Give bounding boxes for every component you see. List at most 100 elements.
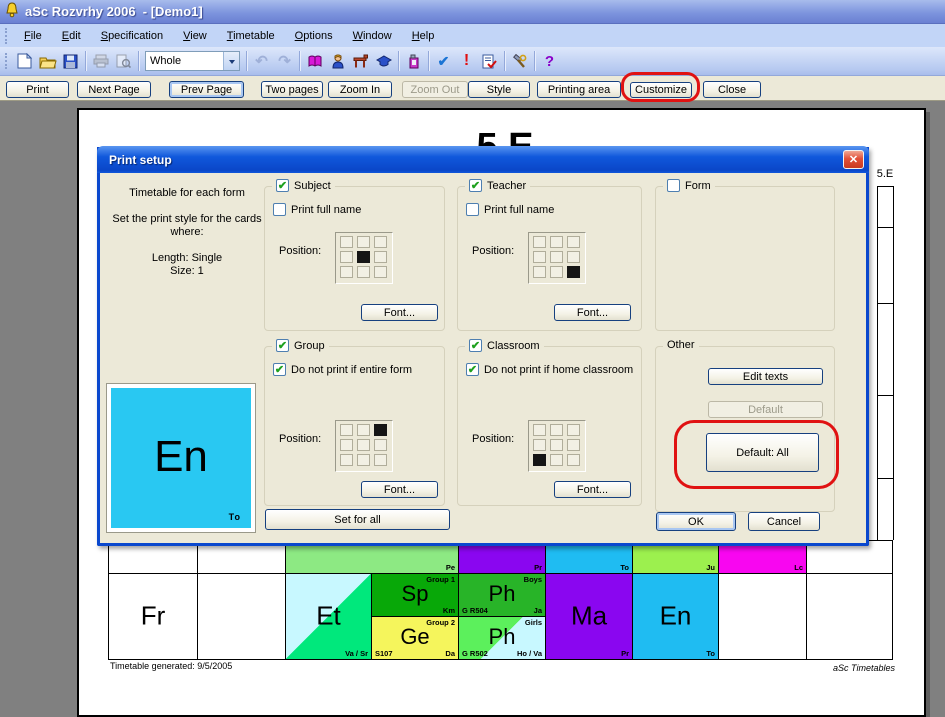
- teacher-font-button[interactable]: Font...: [554, 304, 631, 321]
- classroom-position-label: Position:: [472, 433, 514, 445]
- close-button[interactable]: Close: [703, 81, 761, 98]
- subject-label: Ma: [546, 600, 632, 631]
- subject-print-full-name-checkbox[interactable]: [273, 203, 286, 216]
- zoom-out-button: Zoom Out: [402, 81, 468, 98]
- two-pages-button[interactable]: Two pages: [261, 81, 323, 98]
- subject-group: Subject Print full name Position: Font..…: [264, 186, 445, 331]
- subject-label: Fr: [109, 600, 197, 631]
- classroom-group: Classroom Do not print if home classroom…: [457, 346, 642, 506]
- asc-watermark: aSc Timetables: [750, 663, 895, 673]
- other-label: Other: [667, 339, 695, 351]
- menu-help[interactable]: Help: [403, 28, 444, 44]
- teacher-initials: Da: [445, 649, 455, 658]
- teacher-position-grid[interactable]: [528, 232, 586, 284]
- menubar-grip[interactable]: [5, 28, 10, 44]
- teacher-initials: Ju: [706, 563, 715, 572]
- set-for-all-button[interactable]: Set for all: [265, 509, 450, 530]
- room-label: G R502: [462, 649, 488, 658]
- subject-print-full-name-label: Print full name: [291, 204, 361, 216]
- menu-bar: File Edit Specification View Timetable O…: [0, 24, 945, 47]
- help-icon[interactable]: ?: [538, 50, 561, 72]
- zoom-select[interactable]: Whole: [145, 51, 240, 71]
- info-length: Length: Single: [108, 252, 266, 265]
- test-document-icon[interactable]: [478, 50, 501, 72]
- preview-teacher: To: [229, 512, 241, 522]
- next-page-button[interactable]: Next Page: [77, 81, 151, 98]
- open-file-icon[interactable]: [36, 50, 59, 72]
- subject-label: Sp: [372, 581, 458, 607]
- printing-area-button[interactable]: Printing area: [537, 81, 621, 98]
- info-line2: Set the print style for the cards where:: [108, 213, 266, 239]
- teacher-initials: Lc: [794, 563, 803, 572]
- subject-font-button[interactable]: Font...: [361, 304, 438, 321]
- teacher-initials: To: [706, 649, 715, 658]
- menu-view[interactable]: View: [174, 28, 216, 44]
- default-button: Default: [708, 401, 823, 418]
- group-checkbox[interactable]: [276, 339, 289, 352]
- form-side-label: 5.E: [874, 168, 896, 180]
- lesson-cell-et: Et Va / Sr: [285, 573, 372, 660]
- dialog-close-icon[interactable]: ✕: [843, 150, 864, 169]
- teacher-print-full-name-checkbox[interactable]: [466, 203, 479, 216]
- info-size: Size: 1: [108, 265, 266, 278]
- new-document-icon[interactable]: [13, 50, 36, 72]
- page-button-row: Print Next Page Prev Page Two pages Zoom…: [0, 76, 945, 101]
- menu-timetable[interactable]: Timetable: [218, 28, 284, 44]
- preview-subject: En: [111, 432, 251, 482]
- generated-timestamp: Timetable generated: 9/5/2005: [110, 661, 232, 671]
- timetable-grid-column: [877, 186, 894, 540]
- lesson-cell-ma: Ma Pr: [545, 573, 633, 660]
- app-bell-icon: [4, 2, 20, 21]
- subjects-book-icon[interactable]: [303, 50, 326, 72]
- redo-icon: ↷: [273, 50, 296, 72]
- zoom-select-arrow-icon[interactable]: [223, 52, 239, 70]
- form-checkbox[interactable]: [667, 179, 680, 192]
- menu-window[interactable]: Window: [344, 28, 401, 44]
- menu-specification[interactable]: Specification: [92, 28, 172, 44]
- print-info-block: Timetable for each form Set the print st…: [108, 187, 266, 278]
- group-position-label: Position:: [279, 433, 321, 445]
- style-button[interactable]: Style: [468, 81, 530, 98]
- edit-texts-button[interactable]: Edit texts: [708, 368, 823, 385]
- teacher-checkbox[interactable]: [469, 179, 482, 192]
- menu-edit[interactable]: Edit: [53, 28, 90, 44]
- group-font-button[interactable]: Font...: [361, 481, 438, 498]
- subject-label: En: [633, 600, 718, 631]
- teacher-initials: Va / Sr: [345, 649, 368, 658]
- classroom-position-grid[interactable]: [528, 420, 586, 472]
- classroom-checkbox[interactable]: [469, 339, 482, 352]
- subject-position-grid[interactable]: [335, 232, 393, 284]
- subject-checkbox[interactable]: [276, 179, 289, 192]
- generate-spray-icon[interactable]: [402, 50, 425, 72]
- card-preview: En To: [111, 388, 251, 528]
- classrooms-icon[interactable]: [349, 50, 372, 72]
- print-button[interactable]: Print: [6, 81, 69, 98]
- zoom-in-button[interactable]: Zoom In: [328, 81, 392, 98]
- classroom-font-button[interactable]: Font...: [554, 481, 631, 498]
- lesson-cell-ge: Group 2 Ge S107 Da: [371, 616, 459, 660]
- main-toolbar: Whole ↶ ↷ ✔ ! ?: [0, 47, 945, 76]
- application-window: aSc Rozvrhy 2006 - [Demo1] File Edit Spe…: [0, 0, 945, 717]
- cancel-button[interactable]: Cancel: [748, 512, 820, 531]
- lesson-cell-empty: [806, 573, 893, 660]
- subject-label: Ge: [372, 624, 458, 650]
- group-position-grid[interactable]: [335, 420, 393, 472]
- ok-button[interactable]: OK: [656, 512, 736, 531]
- prev-page-button[interactable]: Prev Page: [169, 81, 244, 98]
- classes-cap-icon[interactable]: [372, 50, 395, 72]
- toolbar-grip[interactable]: [5, 53, 10, 69]
- tools-icon[interactable]: [508, 50, 531, 72]
- group-label: Group: [294, 340, 325, 352]
- menu-file[interactable]: File: [15, 28, 51, 44]
- teachers-icon[interactable]: [326, 50, 349, 72]
- teacher-initials: Pr: [534, 563, 542, 572]
- classroom-no-print-home-checkbox[interactable]: [466, 363, 479, 376]
- verify-check-icon[interactable]: ✔: [432, 50, 455, 72]
- classroom-no-print-home-label: Do not print if home classroom: [484, 364, 633, 376]
- group-no-print-entire-form-checkbox[interactable]: [273, 363, 286, 376]
- lesson-cell-sp: Group 1 Sp Km: [371, 573, 459, 617]
- save-icon[interactable]: [59, 50, 82, 72]
- room-label: S107: [375, 649, 393, 658]
- conflicts-exclamation-icon[interactable]: !: [455, 50, 478, 72]
- menu-options[interactable]: Options: [286, 28, 342, 44]
